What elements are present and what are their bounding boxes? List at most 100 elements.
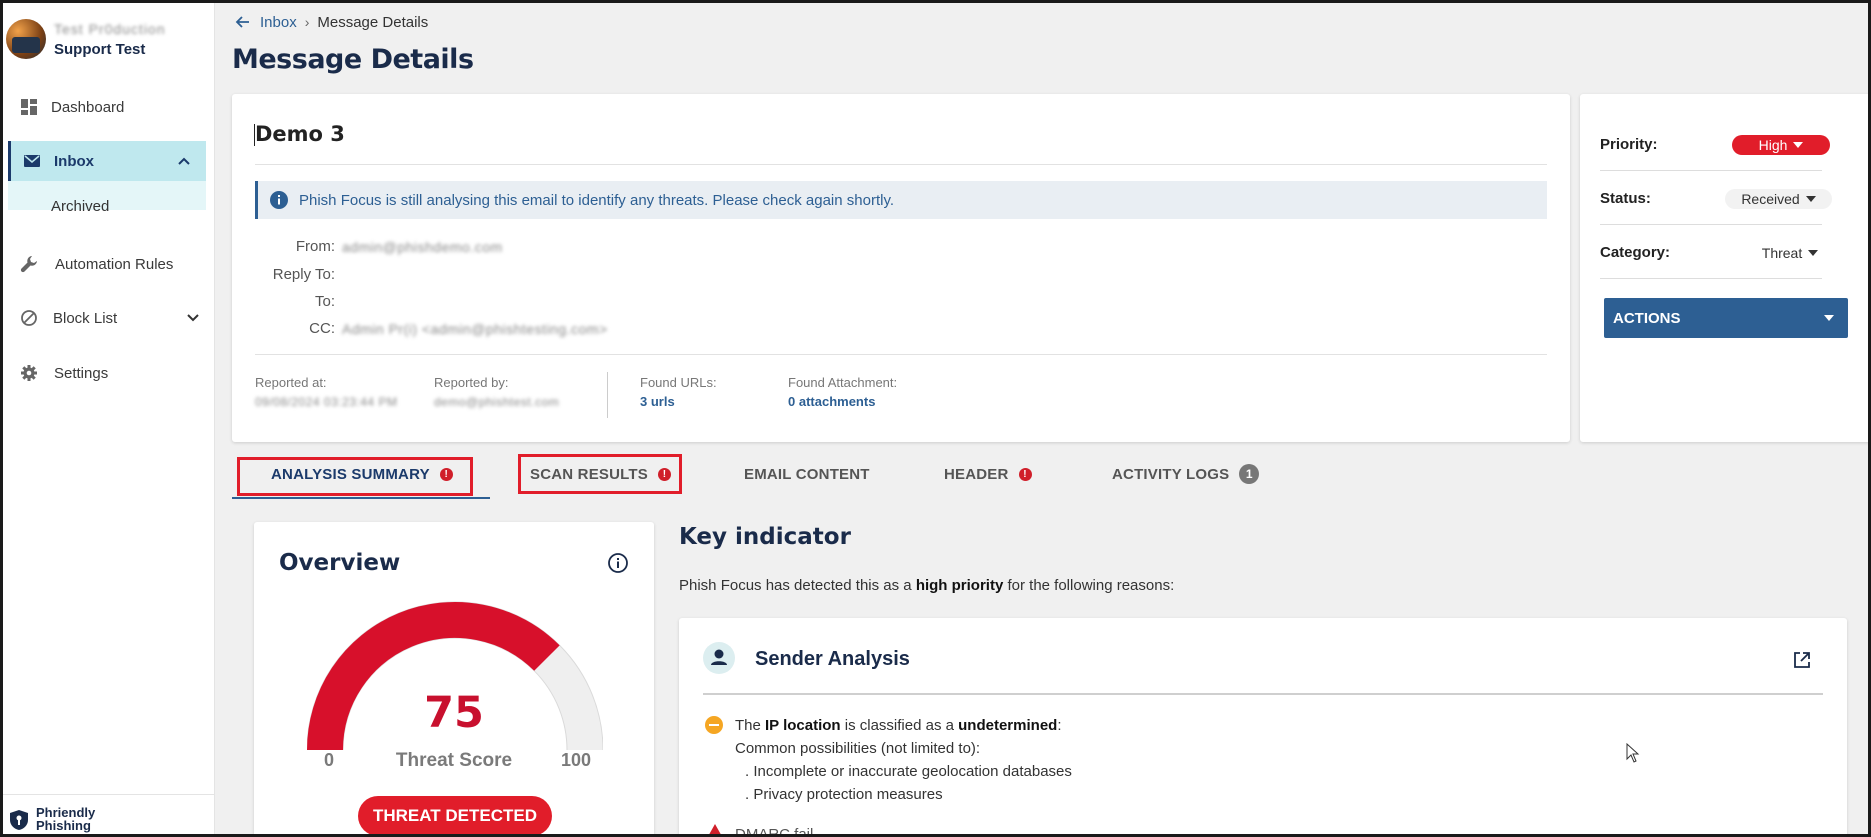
breadcrumb-inbox-link[interactable]: Inbox — [260, 14, 297, 31]
analysis-notice: Phish Focus is still analysing this emai… — [255, 181, 1547, 219]
reported-by-label: Reported by: — [434, 375, 509, 390]
divider — [1600, 170, 1822, 171]
reported-at-label: Reported at: — [255, 375, 327, 390]
sidebar-item-settings[interactable]: Settings — [3, 353, 215, 393]
from-label: From: — [295, 238, 335, 255]
highlight-box — [518, 454, 682, 494]
to-label: To: — [314, 293, 335, 310]
sidebar-item-inbox[interactable]: Inbox — [8, 141, 206, 181]
priority-dropdown[interactable]: High — [1732, 135, 1830, 155]
actions-label: ACTIONS — [1613, 309, 1681, 327]
sidebar-item-label: Block List — [53, 309, 118, 327]
message-subject[interactable]: Demo 3 — [254, 122, 345, 146]
person-icon — [703, 642, 735, 674]
shield-logo-icon — [10, 810, 28, 830]
cc-value: Admin Pr(i) <admin@phishtesting.com> — [342, 321, 608, 337]
reply-to-label: Reply To: — [272, 266, 335, 283]
gauge-max-label: 100 — [561, 750, 592, 770]
divider — [607, 372, 608, 418]
active-tab-indicator — [232, 497, 490, 499]
warning-triangle-icon — [706, 824, 724, 837]
overview-card: Overview 75 Threat Score 0 100 THREAT DE… — [254, 522, 654, 837]
breadcrumb: Inbox › Message Details — [234, 13, 428, 31]
sidebar-item-label: Automation Rules — [55, 255, 174, 273]
tab-label: ACTIVITY LOGS — [1112, 465, 1230, 483]
alert-icon: ! — [1018, 467, 1032, 481]
dashboard-icon — [21, 99, 37, 115]
category-value: Threat — [1761, 245, 1803, 261]
dmarc-finding: DMARC fail — [735, 826, 814, 837]
divider — [1600, 278, 1822, 279]
page-title: Message Details — [232, 44, 474, 75]
wrench-icon — [20, 256, 37, 273]
breadcrumb-separator: › — [304, 14, 310, 30]
list-item: . Incomplete or inaccurate geolocation d… — [745, 763, 1072, 780]
sidebar-item-block-list[interactable]: Block List — [3, 298, 215, 338]
open-external-icon[interactable] — [1792, 650, 1812, 670]
tab-email-content[interactable]: EMAIL CONTENT — [744, 452, 870, 496]
found-attachment-link[interactable]: 0 attachments — [788, 394, 875, 409]
tab-label: EMAIL CONTENT — [744, 465, 870, 483]
tab-header[interactable]: HEADER ! — [944, 452, 1032, 496]
cc-label: CC: — [309, 320, 335, 337]
gear-icon — [21, 365, 37, 381]
reported-by-value: demo@phishtest.com — [434, 395, 560, 409]
arrow-left-icon[interactable] — [234, 13, 252, 31]
key-indicator-description: Phish Focus has detected this as a high … — [679, 577, 1175, 594]
sidebar-item-label: Dashboard — [51, 98, 125, 116]
brand-footer: Phriendly Phishing — [3, 794, 215, 834]
status-dropdown[interactable]: Received — [1725, 189, 1832, 209]
info-icon[interactable] — [607, 552, 629, 574]
activity-count-badge: 1 — [1239, 464, 1260, 484]
chevron-down-icon[interactable] — [185, 310, 201, 326]
gauge-min-label: 0 — [324, 750, 335, 770]
actions-button[interactable]: ACTIONS — [1604, 298, 1848, 338]
divider — [1600, 224, 1822, 225]
divider — [255, 354, 1547, 355]
tab-activity-logs[interactable]: ACTIVITY LOGS 1 — [1112, 452, 1260, 496]
ip-location-finding: The IP location is classified as a undet… — [735, 717, 1062, 734]
sidebar-item-automation-rules[interactable]: Automation Rules — [3, 244, 215, 284]
key-indicator-title: Key indicator — [679, 524, 851, 550]
sidebar-item-dashboard[interactable]: Dashboard — [3, 87, 215, 127]
found-urls-link[interactable]: 3 urls — [640, 394, 675, 409]
caret-down-icon — [1808, 250, 1819, 256]
status-value: Received — [1741, 191, 1800, 207]
block-icon — [21, 310, 37, 326]
sender-analysis-card: Sender Analysis The IP location is class… — [679, 618, 1847, 837]
list-item: . Privacy protection measures — [745, 786, 943, 803]
mail-icon — [24, 155, 40, 167]
possibilities-heading: Common possibilities (not limited to): — [735, 740, 981, 757]
organization-name: Support Test — [54, 41, 146, 58]
reported-at-value: 09/08/2024 03:23:44 PM — [255, 395, 398, 409]
category-dropdown[interactable]: Threat — [1750, 243, 1830, 263]
status-label: Status: — [1600, 190, 1651, 207]
threat-detected-badge: THREAT DETECTED — [358, 796, 552, 836]
overview-title: Overview — [279, 550, 401, 576]
mouse-cursor-icon — [1626, 743, 1640, 763]
sidebar-item-label: Inbox — [54, 152, 94, 170]
tab-label: HEADER — [944, 465, 1009, 483]
threat-score-label: Threat Score — [395, 750, 513, 771]
category-label: Category: — [1600, 244, 1671, 261]
divider — [255, 164, 1547, 165]
sidebar-item-archived[interactable]: Archived — [51, 198, 109, 215]
analysis-notice-text: Phish Focus is still analysing this emai… — [299, 191, 895, 209]
highlight-box — [237, 457, 473, 496]
found-attachment-label: Found Attachment: — [788, 375, 898, 390]
user-profile[interactable]: Test Pr0duction Support Test — [3, 15, 215, 61]
chevron-up-icon[interactable] — [176, 153, 192, 169]
sender-analysis-title: Sender Analysis — [755, 648, 910, 670]
sidebar-item-label: Settings — [54, 364, 109, 382]
message-properties-card: Priority: High Status: Received Category… — [1580, 94, 1871, 442]
priority-label: Priority: — [1600, 136, 1658, 153]
info-icon — [270, 191, 288, 209]
message-tabs: ANALYSIS SUMMARY ! SCAN RESULTS ! EMAIL … — [232, 452, 1871, 499]
brand-name: Phriendly Phishing — [36, 805, 96, 833]
caret-down-icon — [1805, 196, 1816, 202]
warning-minus-icon — [705, 716, 723, 734]
divider — [703, 693, 1823, 695]
avatar — [6, 19, 46, 59]
found-urls-label: Found URLs: — [640, 375, 717, 390]
caret-down-icon — [1824, 315, 1834, 321]
